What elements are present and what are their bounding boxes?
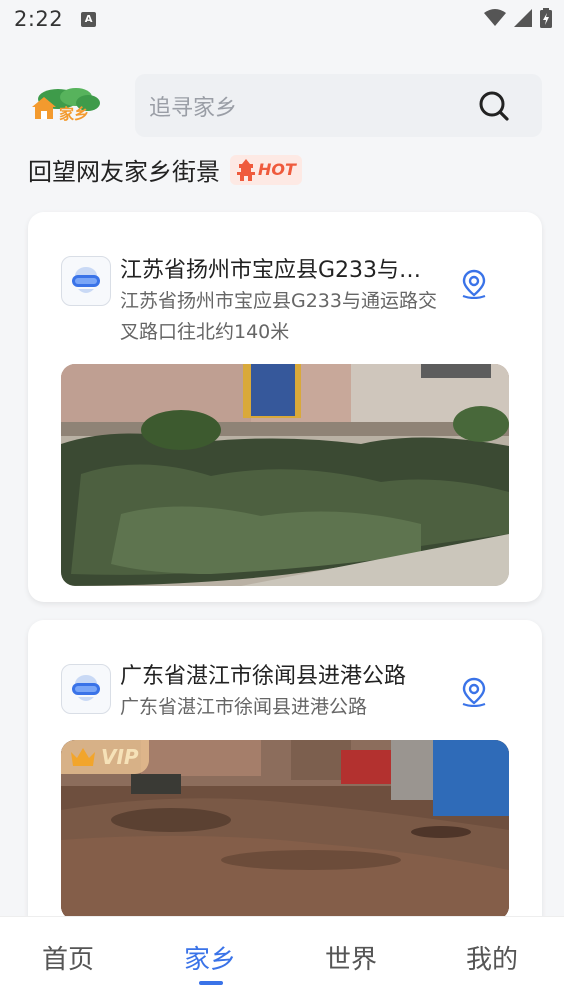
status-bar: 2:22 A [0, 0, 564, 38]
logo-text: 家乡 [59, 105, 89, 123]
home-logo-icon: 家乡 [32, 88, 100, 123]
search-input[interactable]: 追寻家乡 [149, 90, 237, 122]
vr-headset-avatar-icon [72, 267, 100, 293]
crown-icon [71, 748, 95, 766]
pagoda-icon [237, 158, 255, 181]
hot-label: HOT [258, 160, 296, 179]
status-icons [484, 8, 552, 28]
location-icon[interactable] [460, 677, 488, 707]
user-avatar[interactable] [61, 664, 111, 714]
user-avatar[interactable] [61, 256, 111, 306]
battery-icon [540, 8, 552, 28]
vr-headset-avatar-icon [72, 675, 100, 701]
wifi-icon [484, 9, 506, 26]
street-view-image[interactable] [61, 364, 509, 586]
header: 家乡 追寻家乡 [28, 74, 542, 138]
card-address: 江苏省扬州市宝应县G233与通运路交叉路口往北约140米 [120, 290, 437, 343]
section-title-text: 回望网友家乡街景 [28, 158, 220, 186]
section-title: 回望网友家乡街景 HOT [28, 152, 302, 187]
active-tab-indicator [199, 981, 223, 985]
street-scene-image [61, 364, 509, 586]
hot-badge: HOT [230, 154, 302, 185]
search-icon[interactable] [478, 90, 510, 122]
notification-icon: A [81, 11, 97, 27]
card-address: 广东省湛江市徐闻县进港公路 [120, 696, 368, 718]
location-icon[interactable] [460, 269, 488, 299]
street-view-card[interactable]: 江苏省扬州市宝应县G233与… 江苏省扬州市宝应县G233与通运路交叉路口往北约… [28, 212, 542, 602]
status-time: 2:22 [14, 7, 64, 31]
search-bar[interactable]: 追寻家乡 [135, 74, 542, 137]
card-title: 广东省湛江市徐闻县进港公路 [120, 664, 407, 689]
vip-label: VIP [101, 745, 139, 769]
signal-icon [514, 9, 532, 27]
card-title: 江苏省扬州市宝应县G233与… [120, 258, 422, 283]
app-logo[interactable]: 家乡 [28, 83, 104, 129]
tab-home[interactable]: 首页 [42, 939, 94, 976]
street-view-image[interactable]: VIP [61, 740, 509, 920]
bottom-tab-bar: 首页 家乡 世界 我的 [0, 916, 564, 1004]
tab-hometown[interactable]: 家乡 [184, 939, 236, 976]
tab-world[interactable]: 世界 [325, 939, 377, 976]
tab-mine[interactable]: 我的 [466, 939, 518, 976]
vip-badge: VIP [61, 740, 149, 774]
